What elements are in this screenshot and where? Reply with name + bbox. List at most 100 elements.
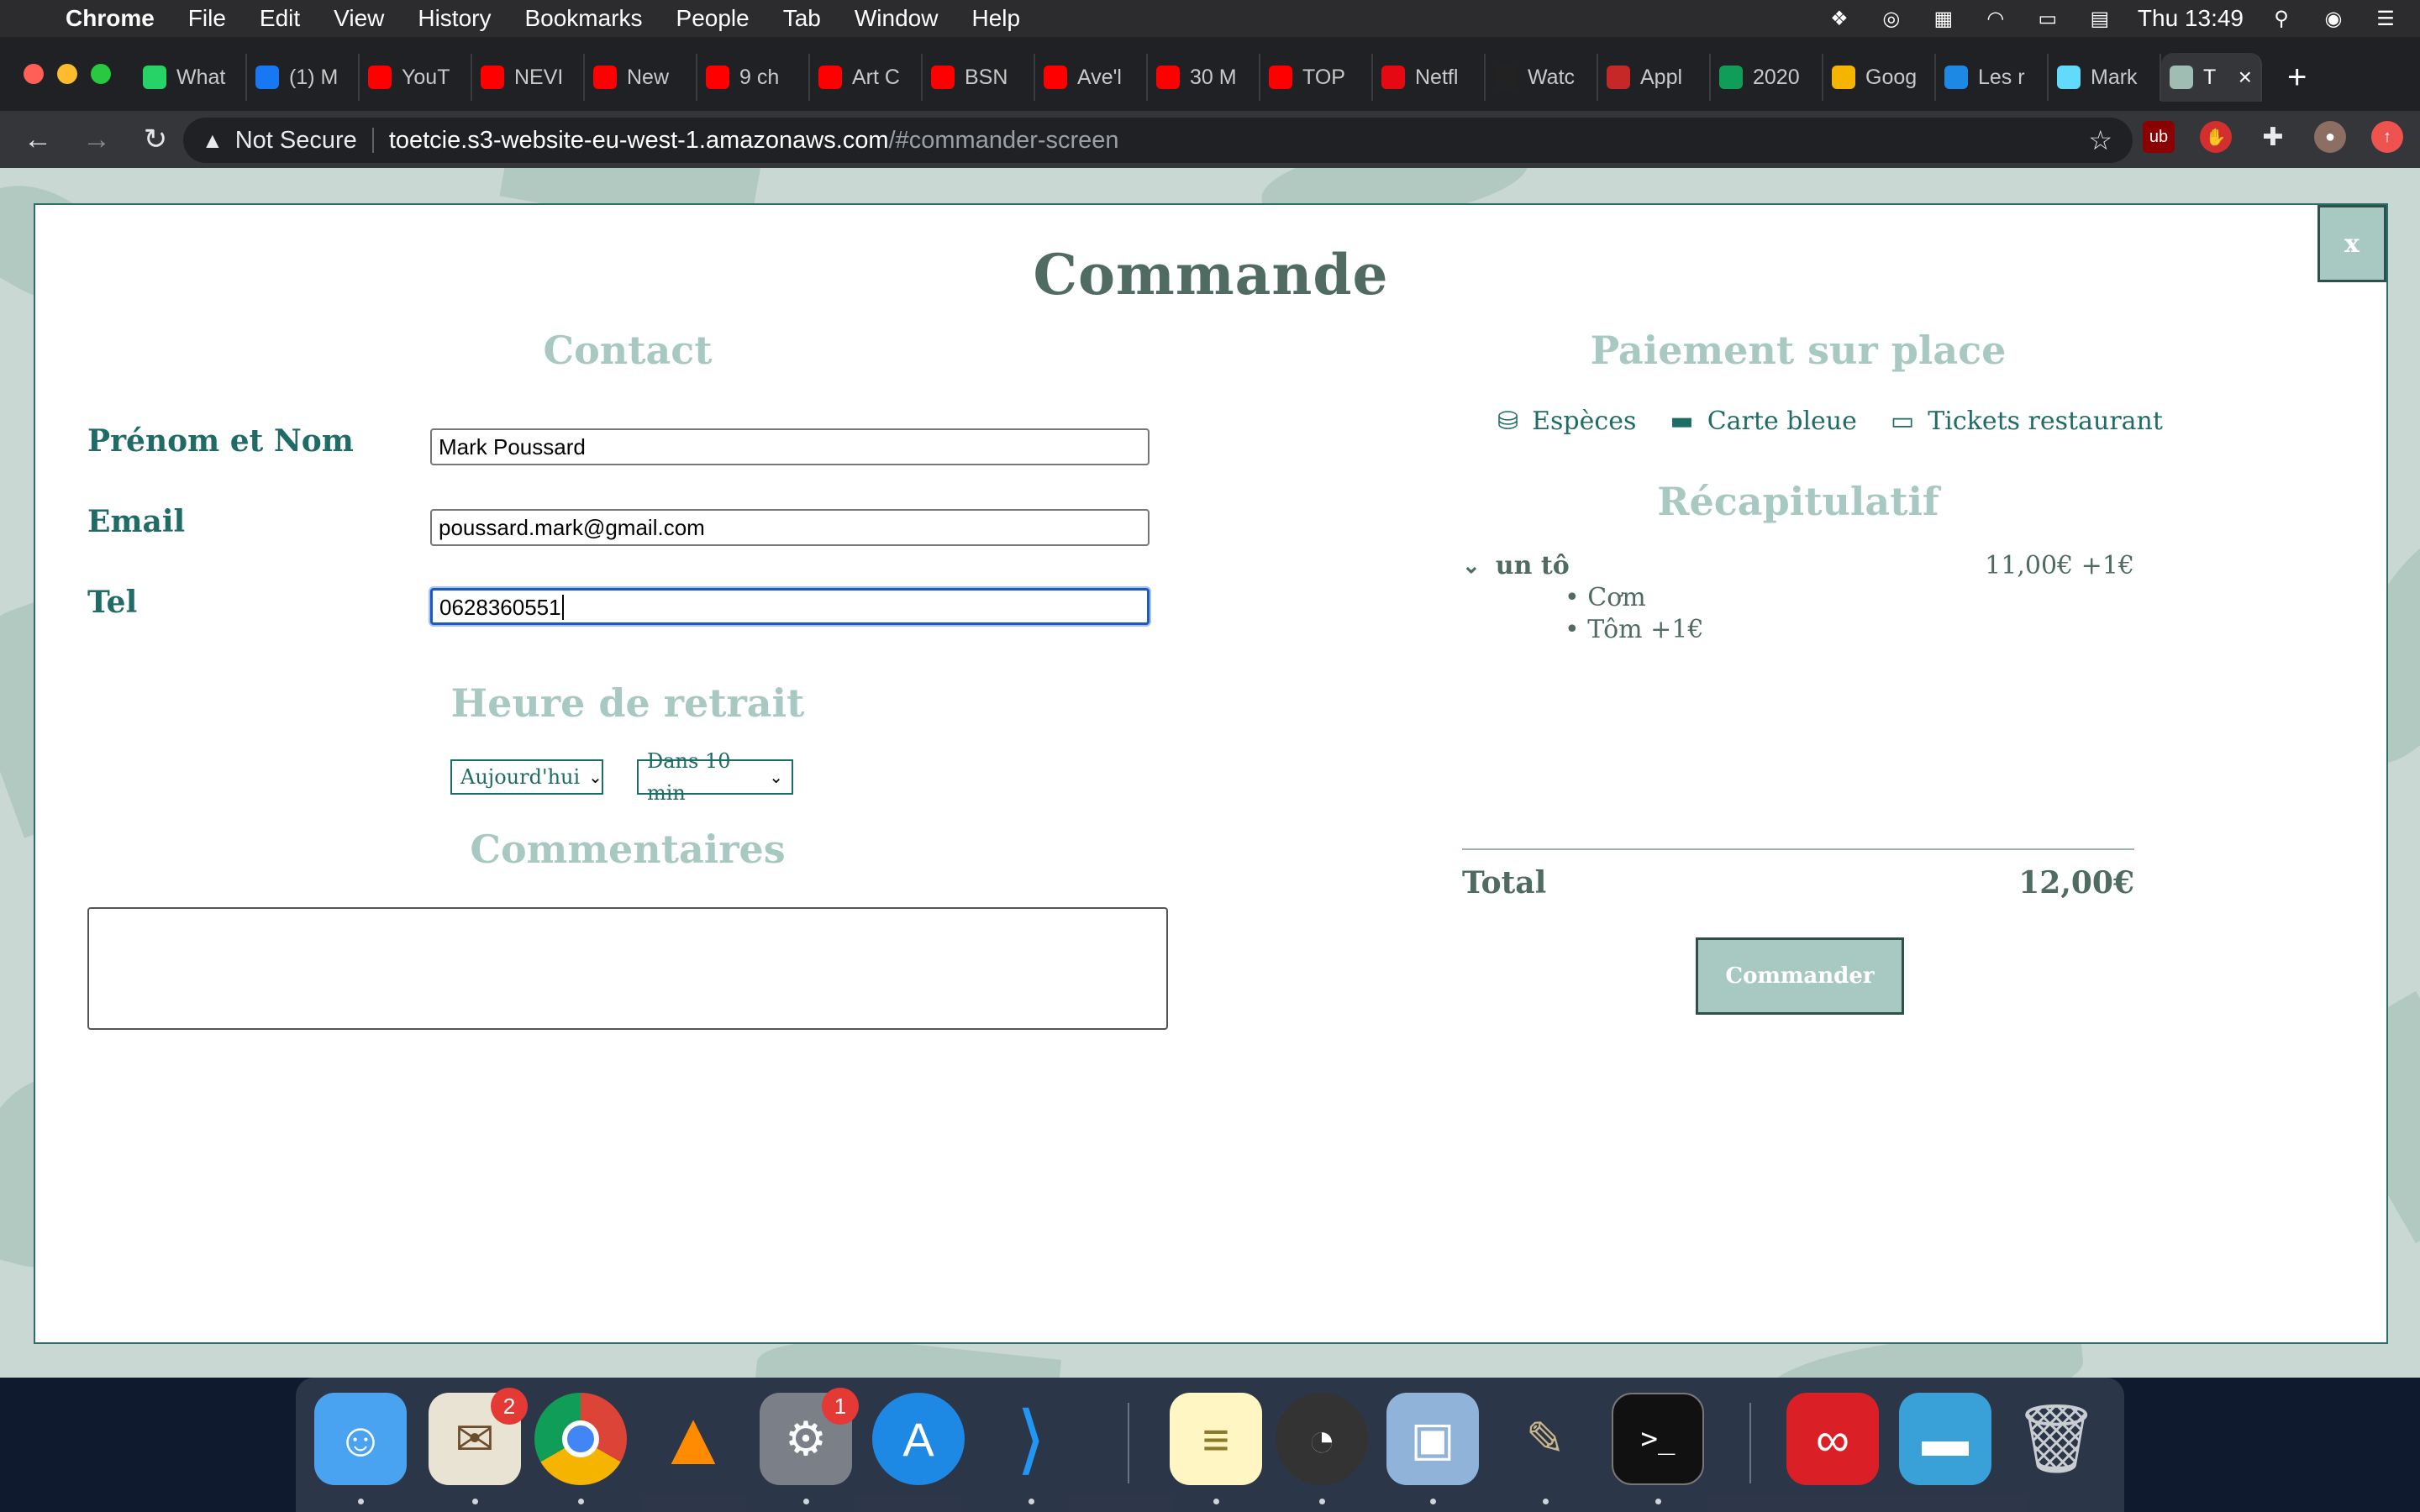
- browser-tab[interactable]: YouT: [360, 54, 472, 101]
- menu-history[interactable]: History: [418, 5, 491, 32]
- macos-menu-bar: Chrome File Edit View History Bookmarks …: [0, 0, 2420, 37]
- comments-textarea[interactable]: [87, 907, 1168, 1030]
- menu-file[interactable]: File: [188, 5, 226, 32]
- adblock-icon[interactable]: ✋: [2200, 121, 2232, 153]
- battery-icon[interactable]: ▭: [2033, 8, 2062, 30]
- tab-label: What: [176, 65, 226, 89]
- wifi-icon[interactable]: ◠: [1981, 8, 2010, 30]
- reload-icon[interactable]: ↻: [126, 123, 185, 156]
- ublock-icon[interactable]: ub: [2143, 121, 2175, 153]
- zoom-window-icon[interactable]: [91, 64, 111, 84]
- browser-tab[interactable]: Goog: [1823, 54, 1936, 101]
- tab-label: BSN: [965, 65, 1008, 89]
- menu-app-name[interactable]: Chrome: [66, 5, 155, 32]
- browser-tab[interactable]: 30 M: [1148, 54, 1260, 101]
- browser-tab[interactable]: 2020: [1711, 54, 1823, 101]
- menu-clock[interactable]: Thu 13:49: [2138, 5, 2244, 32]
- vlc-icon[interactable]: ▲: [647, 1393, 739, 1485]
- tab-label: 9 ch: [739, 65, 780, 89]
- tab-label: 2020: [1753, 65, 1800, 89]
- siri-icon[interactable]: ◉: [2319, 8, 2348, 30]
- trash-icon[interactable]: 🗑: [2010, 1393, 2102, 1485]
- close-window-icon[interactable]: [24, 64, 44, 84]
- payment-options: ⛁ Espèces ▬ Carte bleue ▭ Tickets restauran…: [1497, 407, 2163, 436]
- spotlight-search-icon[interactable]: ⚲: [2267, 8, 2296, 30]
- menu-people[interactable]: People: [676, 5, 750, 32]
- browser-tab[interactable]: Netfl: [1373, 54, 1486, 101]
- chrome-toolbar: ← → ↻ ▲ Not Secure toetcie.s3-website-eu…: [0, 111, 2420, 168]
- browser-tab[interactable]: BSN: [923, 54, 1035, 101]
- back-icon[interactable]: ←: [8, 123, 67, 156]
- menu-view[interactable]: View: [334, 5, 384, 32]
- browser-tab[interactable]: NEVI: [472, 54, 585, 101]
- update-icon[interactable]: ↑: [2371, 121, 2403, 153]
- menu-bookmarks[interactable]: Bookmarks: [524, 5, 642, 32]
- tab-label: Les r: [1978, 65, 2025, 89]
- w-icon: [1494, 66, 1518, 89]
- menu-help[interactable]: Help: [971, 5, 1020, 32]
- commander-button[interactable]: Commander: [1696, 937, 1904, 1015]
- menu-edit[interactable]: Edit: [260, 5, 300, 32]
- browser-tab[interactable]: TOP: [1260, 54, 1373, 101]
- notification-center-icon[interactable]: ☰: [2371, 8, 2400, 30]
- instruments-icon[interactable]: ◔: [1276, 1393, 1368, 1485]
- browser-tab[interactable]: 9 ch: [697, 54, 810, 101]
- youtube-icon: [706, 66, 729, 89]
- finder-icon[interactable]: ☺: [314, 1393, 407, 1485]
- extensions-puzzle-icon[interactable]: ✚: [2257, 121, 2289, 153]
- pickup-time-heading: Heure de retrait: [450, 680, 805, 726]
- vscode-icon[interactable]: ⟩: [985, 1393, 1077, 1485]
- pickup-day-select[interactable]: Aujourd'hui ⌄: [450, 759, 603, 795]
- menu-tab[interactable]: Tab: [783, 5, 821, 32]
- email-label: Email: [87, 504, 186, 539]
- creative-cloud-status-icon[interactable]: ◎: [1877, 8, 1906, 30]
- dropbox-icon[interactable]: ❖: [1825, 8, 1854, 30]
- url-host: toetcie.s3-website-eu-west-1.amazonaws.c…: [388, 126, 889, 154]
- browser-tab[interactable]: New: [585, 54, 697, 101]
- address-bar[interactable]: ▲ Not Secure toetcie.s3-website-eu-west-…: [183, 118, 2133, 163]
- summary-option-2: • Tôm +1€: [1565, 615, 1703, 644]
- browser-tab[interactable]: Art C: [810, 54, 923, 101]
- close-tab-icon[interactable]: ×: [2238, 64, 2252, 91]
- us-flag-icon[interactable]: ▤: [2086, 8, 2114, 30]
- pickup-time-value: Dans 10 min: [647, 749, 731, 805]
- gimp-icon[interactable]: ✎: [1499, 1393, 1591, 1485]
- pickup-time-select[interactable]: Dans 10 min ⌄: [637, 749, 793, 805]
- tab-label: YouT: [402, 65, 450, 89]
- tel-input[interactable]: 0628360551: [430, 588, 1150, 625]
- new-tab-icon[interactable]: +: [2287, 59, 2307, 97]
- email-input[interactable]: poussard.mark@gmail.com: [430, 509, 1150, 546]
- browser-tab[interactable]: What: [134, 54, 247, 101]
- drive-icon[interactable]: ▦: [1929, 8, 1958, 30]
- browser-tab[interactable]: (1) M: [247, 54, 360, 101]
- chrome-icon[interactable]: [534, 1393, 627, 1485]
- minimize-window-icon[interactable]: [57, 64, 77, 84]
- text-cursor: [561, 595, 564, 620]
- chevron-down-icon[interactable]: ⌄: [1462, 554, 1481, 579]
- react-icon: [2057, 66, 2081, 89]
- app-store-icon[interactable]: A: [872, 1393, 965, 1485]
- browser-tab[interactable]: Les r: [1936, 54, 2049, 101]
- forward-icon[interactable]: →: [67, 123, 126, 156]
- notes-icon[interactable]: ≡: [1170, 1393, 1262, 1485]
- summary-item-row[interactable]: ⌄ un tô: [1462, 551, 1570, 580]
- menu-window[interactable]: Window: [855, 5, 939, 32]
- summary-option-label: Cơm: [1587, 583, 1646, 612]
- folder-icon[interactable]: ▬: [1899, 1393, 1991, 1485]
- preview-icon[interactable]: ▣: [1386, 1393, 1479, 1485]
- creative-cloud-icon[interactable]: ∞: [1786, 1393, 1879, 1485]
- tab-label: Art C: [852, 65, 900, 89]
- chevron-down-icon: ⌄: [769, 767, 783, 787]
- warning-icon[interactable]: ▲: [202, 128, 224, 154]
- terminal-icon[interactable]: >_: [1612, 1393, 1704, 1485]
- browser-tab[interactable]: Watc: [1486, 54, 1598, 101]
- browser-tab[interactable]: Mark: [2049, 54, 2161, 101]
- bookmark-star-icon[interactable]: ☆: [2088, 124, 2112, 156]
- browser-tab[interactable]: Appl: [1598, 54, 1711, 101]
- browser-tab[interactable]: T ×: [2161, 53, 2262, 102]
- security-status[interactable]: Not Secure: [235, 127, 357, 155]
- browser-tab[interactable]: Ave'l: [1035, 54, 1148, 101]
- profile-avatar[interactable]: ●: [2314, 121, 2346, 153]
- name-input[interactable]: Mark Poussard: [430, 428, 1150, 465]
- youtube-icon: [818, 66, 842, 89]
